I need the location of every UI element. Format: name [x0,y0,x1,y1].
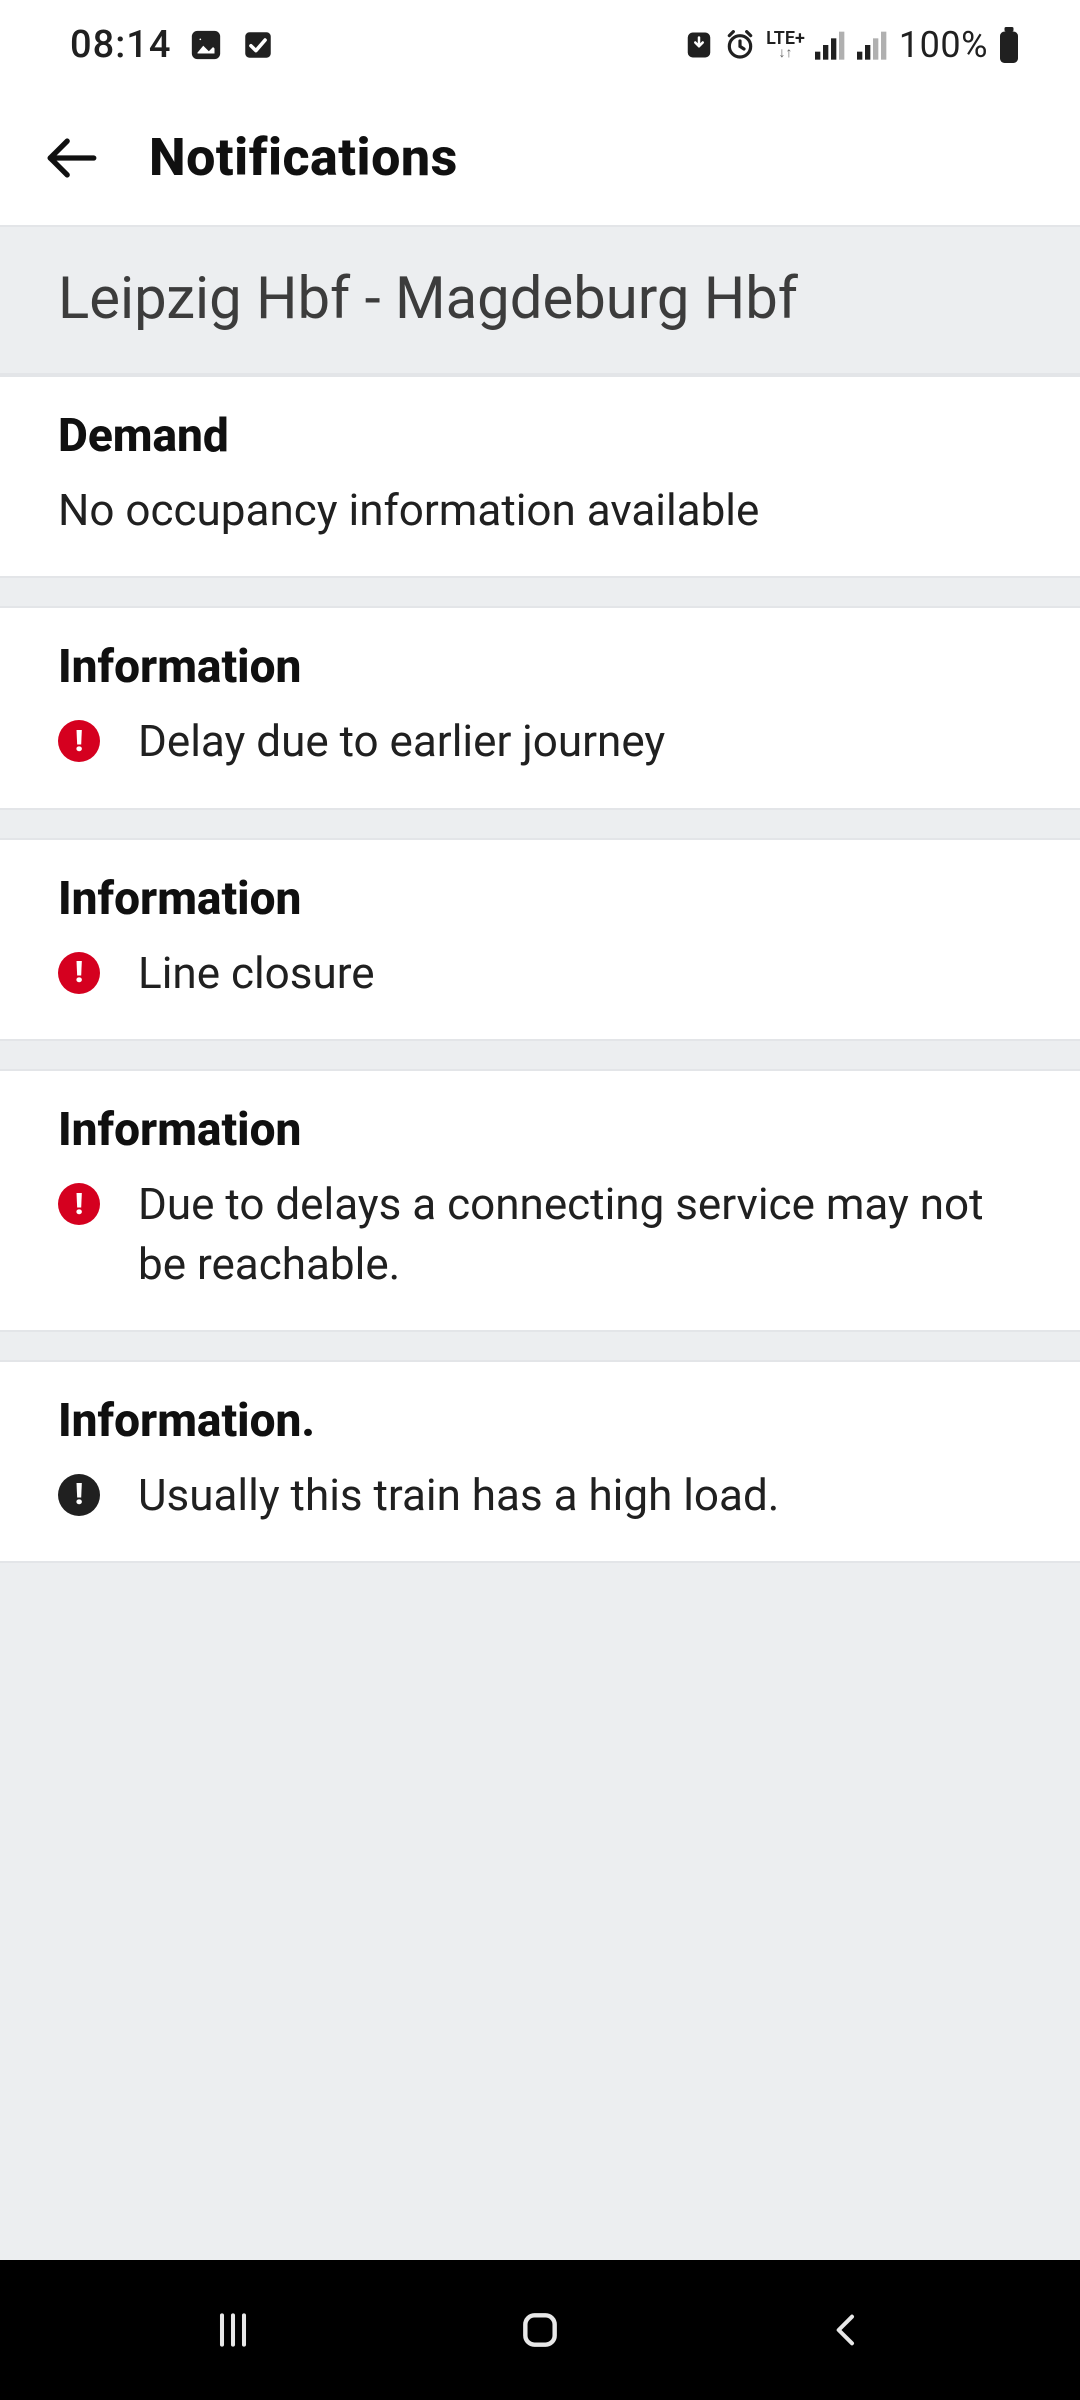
app-bar: Notifications [0,90,1080,225]
info-icon: ! [58,1474,100,1516]
signal-icon [815,30,847,60]
card-title: Information [58,640,1022,694]
card-info-closure: Information ! Line closure [0,838,1080,1041]
signal-icon-2 [857,30,889,60]
card-demand: Demand No occupancy information availabl… [0,375,1080,578]
status-bar: 08:14 LTE+ ↓↑ [0,0,1080,90]
card-title: Information. [58,1394,1022,1448]
status-left: 08:14 [70,23,275,67]
recents-button[interactable] [183,2300,283,2360]
network-type-icon: LTE+ ↓↑ [766,31,805,60]
warning-icon: ! [58,720,100,762]
update-icon [684,30,714,60]
card-info-delay: Information ! Delay due to earlier journ… [0,606,1080,809]
page-title: Notifications [149,127,458,188]
warning-icon: ! [58,952,100,994]
check-icon [241,28,275,62]
alarm-icon [724,29,756,61]
card-title: Information [58,872,1022,926]
status-time: 08:14 [70,23,171,67]
card-body: Usually this train has a high load. [138,1466,1022,1525]
route-label: Leipzig Hbf - Magdeburg Hbf [58,265,1022,333]
warning-icon: ! [58,1183,100,1225]
card-body: Line closure [138,944,1022,1003]
route-header: Leipzig Hbf - Magdeburg Hbf [0,225,1080,375]
battery-icon [998,27,1020,63]
card-title: Demand [58,409,1022,463]
card-body: Due to delays a connecting service may n… [138,1175,1022,1294]
back-nav-button[interactable] [797,2300,897,2360]
card-info-connection: Information ! Due to delays a connecting… [0,1069,1080,1332]
card-body: Delay due to earlier journey [138,712,1022,771]
home-button[interactable] [490,2300,590,2360]
back-button[interactable] [40,126,104,190]
battery-percent: 100% [899,24,988,66]
card-body: No occupancy information available [58,481,1022,540]
android-nav-bar [0,2260,1080,2400]
image-icon [189,28,223,62]
status-right: LTE+ ↓↑ 100% [684,24,1020,66]
card-title: Information [58,1103,1022,1157]
card-info-load: Information. ! Usually this train has a … [0,1360,1080,1563]
